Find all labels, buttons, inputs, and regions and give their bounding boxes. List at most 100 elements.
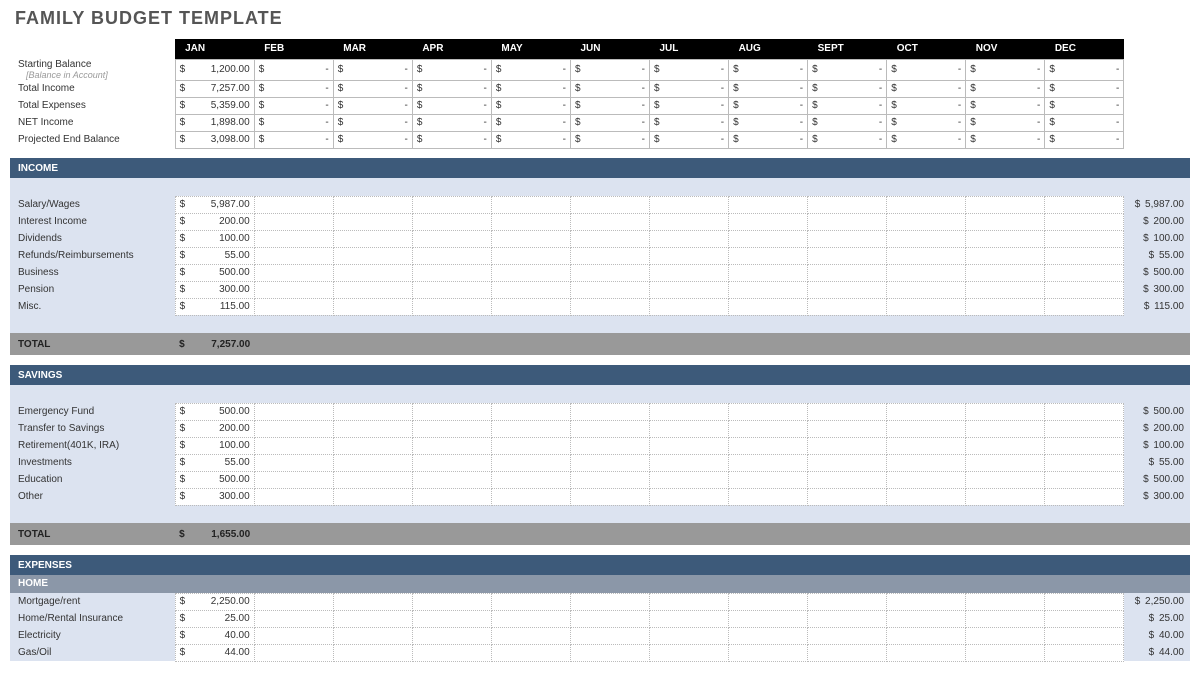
data-cell[interactable] bbox=[650, 247, 729, 264]
data-cell[interactable] bbox=[333, 454, 412, 471]
data-cell[interactable] bbox=[650, 471, 729, 488]
data-cell[interactable] bbox=[887, 471, 966, 488]
data-cell[interactable] bbox=[650, 281, 729, 298]
data-cell[interactable] bbox=[412, 627, 491, 644]
summary-cell[interactable]: $- bbox=[966, 80, 1045, 97]
data-cell[interactable] bbox=[808, 593, 887, 610]
data-cell[interactable] bbox=[333, 420, 412, 437]
summary-cell[interactable]: $- bbox=[966, 59, 1045, 80]
summary-cell[interactable]: $- bbox=[887, 97, 966, 114]
summary-cell[interactable]: $- bbox=[412, 114, 491, 131]
summary-cell[interactable]: $- bbox=[333, 80, 412, 97]
data-cell[interactable] bbox=[966, 298, 1045, 315]
data-cell[interactable] bbox=[491, 230, 570, 247]
data-cell[interactable] bbox=[570, 420, 649, 437]
data-cell[interactable]: $55.00 bbox=[175, 454, 254, 471]
data-cell[interactable] bbox=[333, 230, 412, 247]
data-cell[interactable] bbox=[887, 437, 966, 454]
summary-cell[interactable]: $- bbox=[808, 59, 887, 80]
summary-cell[interactable]: $- bbox=[412, 80, 491, 97]
data-cell[interactable] bbox=[412, 454, 491, 471]
data-cell[interactable] bbox=[966, 437, 1045, 454]
data-cell[interactable] bbox=[729, 420, 808, 437]
data-cell[interactable] bbox=[887, 264, 966, 281]
data-cell[interactable] bbox=[412, 403, 491, 420]
data-cell[interactable] bbox=[254, 230, 333, 247]
data-cell[interactable] bbox=[412, 644, 491, 661]
data-cell[interactable] bbox=[254, 420, 333, 437]
data-cell[interactable] bbox=[254, 610, 333, 627]
data-cell[interactable] bbox=[254, 593, 333, 610]
data-cell[interactable] bbox=[808, 403, 887, 420]
data-cell[interactable] bbox=[333, 593, 412, 610]
summary-cell[interactable]: $- bbox=[570, 59, 649, 80]
data-cell[interactable] bbox=[887, 298, 966, 315]
data-cell[interactable] bbox=[729, 281, 808, 298]
summary-cell[interactable]: $- bbox=[966, 114, 1045, 131]
summary-cell[interactable]: $- bbox=[887, 131, 966, 148]
data-cell[interactable]: $2,250.00 bbox=[175, 593, 254, 610]
data-cell[interactable] bbox=[491, 471, 570, 488]
summary-cell[interactable]: $- bbox=[254, 97, 333, 114]
data-cell[interactable] bbox=[570, 437, 649, 454]
data-cell[interactable]: $100.00 bbox=[175, 230, 254, 247]
data-cell[interactable] bbox=[333, 488, 412, 505]
data-cell[interactable] bbox=[491, 247, 570, 264]
data-cell[interactable] bbox=[570, 403, 649, 420]
data-cell[interactable] bbox=[570, 264, 649, 281]
summary-cell[interactable]: $- bbox=[887, 80, 966, 97]
data-cell[interactable] bbox=[254, 644, 333, 661]
data-cell[interactable] bbox=[650, 264, 729, 281]
data-cell[interactable] bbox=[808, 437, 887, 454]
summary-cell[interactable]: $- bbox=[570, 114, 649, 131]
data-cell[interactable] bbox=[412, 593, 491, 610]
summary-cell[interactable]: $- bbox=[412, 97, 491, 114]
data-cell[interactable] bbox=[491, 298, 570, 315]
summary-cell[interactable]: $- bbox=[1045, 114, 1124, 131]
summary-cell[interactable]: $- bbox=[333, 97, 412, 114]
data-cell[interactable] bbox=[1045, 593, 1124, 610]
data-cell[interactable]: $500.00 bbox=[175, 471, 254, 488]
data-cell[interactable]: $5,987.00 bbox=[175, 196, 254, 213]
summary-cell[interactable]: $- bbox=[808, 97, 887, 114]
data-cell[interactable] bbox=[412, 264, 491, 281]
data-cell[interactable] bbox=[570, 610, 649, 627]
data-cell[interactable] bbox=[412, 488, 491, 505]
data-cell[interactable] bbox=[729, 196, 808, 213]
data-cell[interactable] bbox=[333, 281, 412, 298]
data-cell[interactable] bbox=[887, 196, 966, 213]
summary-cell[interactable]: $5,359.00 bbox=[175, 97, 254, 114]
summary-cell[interactable]: $- bbox=[808, 131, 887, 148]
data-cell[interactable] bbox=[491, 281, 570, 298]
data-cell[interactable] bbox=[1045, 488, 1124, 505]
data-cell[interactable] bbox=[1045, 213, 1124, 230]
data-cell[interactable] bbox=[491, 196, 570, 213]
data-cell[interactable] bbox=[491, 610, 570, 627]
data-cell[interactable] bbox=[254, 298, 333, 315]
summary-cell[interactable]: $- bbox=[1045, 97, 1124, 114]
data-cell[interactable] bbox=[650, 230, 729, 247]
data-cell[interactable] bbox=[1045, 627, 1124, 644]
data-cell[interactable] bbox=[333, 610, 412, 627]
data-cell[interactable] bbox=[887, 213, 966, 230]
data-cell[interactable] bbox=[254, 281, 333, 298]
data-cell[interactable] bbox=[1045, 437, 1124, 454]
data-cell[interactable] bbox=[650, 627, 729, 644]
data-cell[interactable] bbox=[333, 298, 412, 315]
data-cell[interactable] bbox=[412, 298, 491, 315]
data-cell[interactable] bbox=[1045, 298, 1124, 315]
data-cell[interactable] bbox=[650, 196, 729, 213]
data-cell[interactable] bbox=[254, 627, 333, 644]
data-cell[interactable] bbox=[570, 644, 649, 661]
summary-cell[interactable]: $3,098.00 bbox=[175, 131, 254, 148]
summary-cell[interactable]: $- bbox=[333, 114, 412, 131]
summary-cell[interactable]: $- bbox=[808, 114, 887, 131]
data-cell[interactable]: $300.00 bbox=[175, 488, 254, 505]
data-cell[interactable] bbox=[966, 488, 1045, 505]
data-cell[interactable] bbox=[887, 247, 966, 264]
data-cell[interactable] bbox=[333, 403, 412, 420]
summary-cell[interactable]: $1,200.00 bbox=[175, 59, 254, 80]
summary-cell[interactable]: $- bbox=[491, 131, 570, 148]
summary-cell[interactable]: $- bbox=[887, 59, 966, 80]
data-cell[interactable] bbox=[650, 298, 729, 315]
